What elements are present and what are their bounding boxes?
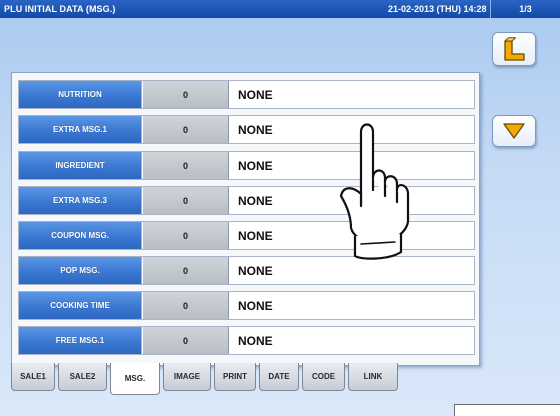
row-value: NONE <box>238 263 273 278</box>
row-label-button[interactable]: NUTRITION <box>19 81 142 108</box>
row-value: NONE <box>238 122 273 137</box>
status-box <box>454 404 560 416</box>
row-number[interactable]: 0 <box>143 152 229 179</box>
row-label-button[interactable]: POP MSG. <box>19 257 142 284</box>
row-label-button[interactable]: COUPON MSG. <box>19 222 142 249</box>
row-label-button[interactable]: EXTRA MSG.1 <box>19 116 142 143</box>
row-value: NONE <box>238 298 273 313</box>
tab-sale1[interactable]: SALE1 <box>11 363 55 391</box>
row-number[interactable]: 0 <box>143 187 229 214</box>
tab-date[interactable]: DATE <box>259 363 299 391</box>
tab-link[interactable]: LINK <box>348 363 398 391</box>
row-label-button[interactable]: COOKING TIME <box>19 292 142 319</box>
row-number[interactable]: 0 <box>143 257 229 284</box>
tab-sale2[interactable]: SALE2 <box>58 363 107 391</box>
row-number[interactable]: 0 <box>143 292 229 319</box>
tab-code[interactable]: CODE <box>302 363 345 391</box>
row-number[interactable]: 0 <box>143 327 229 354</box>
list-row-nutrition: NUTRITION 0 NONE <box>18 80 475 109</box>
return-arrow-icon <box>504 37 525 61</box>
row-value: NONE <box>238 87 273 102</box>
tab-print[interactable]: PRINT <box>214 363 256 391</box>
list-row-cooking-time: COOKING TIME 0 NONE <box>18 291 475 320</box>
page-indicator: 1/3 <box>490 0 560 18</box>
row-value: NONE <box>238 158 273 173</box>
row-value: NONE <box>238 333 273 348</box>
tab-image[interactable]: IMAGE <box>163 363 211 391</box>
date-time: 21-02-2013 (THU) 14:28 <box>388 4 487 14</box>
row-number[interactable]: 0 <box>143 81 229 108</box>
screen: PLU INITIAL DATA (MSG.) 21-02-2013 (THU)… <box>0 0 560 416</box>
title-bar: PLU INITIAL DATA (MSG.) 21-02-2013 (THU)… <box>0 0 560 18</box>
row-number[interactable]: 0 <box>143 116 229 143</box>
pointing-hand-icon <box>339 123 410 260</box>
down-triangle-icon <box>503 123 525 139</box>
back-button[interactable] <box>492 32 536 66</box>
tab-msg[interactable]: MSG. <box>110 363 160 395</box>
row-label-button[interactable]: EXTRA MSG.3 <box>19 187 142 214</box>
row-label-button[interactable]: FREE MSG.1 <box>19 327 142 354</box>
row-value: NONE <box>238 228 273 243</box>
row-value: NONE <box>238 193 273 208</box>
row-number[interactable]: 0 <box>143 222 229 249</box>
tab-bar: SALE1 SALE2 MSG. IMAGE PRINT DATE CODE L… <box>11 363 471 395</box>
list-row-free-msg-1: FREE MSG.1 0 NONE <box>18 326 475 355</box>
scroll-down-button[interactable] <box>492 115 536 147</box>
screen-title: PLU INITIAL DATA (MSG.) <box>4 4 116 14</box>
row-label-button[interactable]: INGREDIENT <box>19 152 142 179</box>
